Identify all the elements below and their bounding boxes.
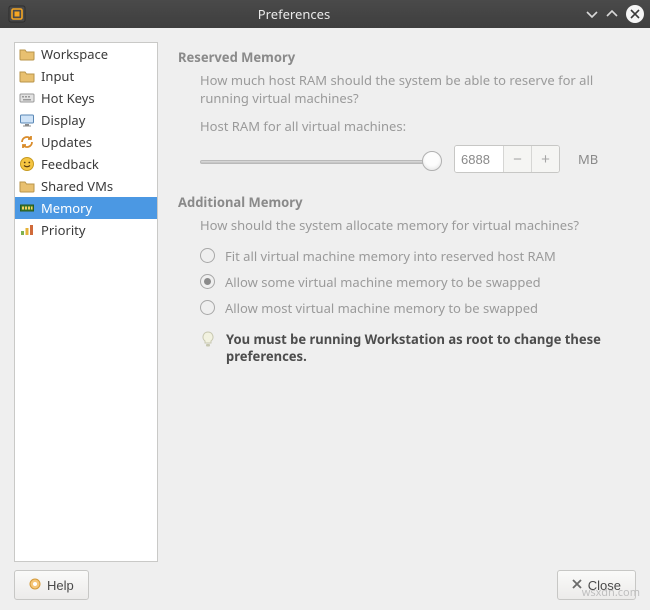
host-ram-slider[interactable] xyxy=(200,151,440,171)
sidebar-item-label: Memory xyxy=(41,199,92,217)
sidebar-item-label: Input xyxy=(41,67,74,85)
window-title: Preferences xyxy=(2,5,586,23)
radio-allow-some[interactable]: Allow some virtual machine memory to be … xyxy=(200,273,630,291)
titlebar: Preferences xyxy=(0,0,650,28)
radio-icon xyxy=(200,274,215,289)
sidebar-item-label: Updates xyxy=(41,133,92,151)
folder-icon xyxy=(19,46,35,62)
slider-track xyxy=(200,160,440,164)
sidebar-item-hotkeys[interactable]: Hot Keys xyxy=(15,87,157,109)
radio-allow-most[interactable]: Allow most virtual machine memory to be … xyxy=(200,299,630,317)
sidebar-item-display[interactable]: Display xyxy=(15,109,157,131)
sidebar-item-label: Display xyxy=(41,111,85,129)
priority-icon xyxy=(19,222,35,238)
close-button-label: Close xyxy=(588,578,621,593)
window-controls xyxy=(586,5,644,23)
close-icon xyxy=(572,578,582,592)
unit-label: MB xyxy=(578,150,598,168)
additional-memory-section: How should the system allocate memory fo… xyxy=(200,217,630,366)
lightbulb-icon xyxy=(200,331,216,351)
window-body: Workspace Input Hot Keys xyxy=(0,28,650,610)
root-warning-text: You must be running Workstation as root … xyxy=(226,331,630,366)
sidebar-item-label: Feedback xyxy=(41,155,99,173)
preferences-window: Preferences Workspace xyxy=(0,0,650,610)
slider-label: Host RAM for all virtual machines: xyxy=(200,117,630,135)
close-window-button[interactable] xyxy=(626,5,644,23)
root-warning: You must be running Workstation as root … xyxy=(200,331,630,366)
folder-icon xyxy=(19,68,35,84)
display-icon xyxy=(19,112,35,128)
spin-decrement[interactable]: − xyxy=(503,146,531,172)
radio-label: Allow some virtual machine memory to be … xyxy=(225,273,541,291)
spin-increment[interactable]: + xyxy=(531,146,559,172)
sidebar-item-memory[interactable]: Memory xyxy=(15,197,157,219)
slider-thumb[interactable] xyxy=(422,151,442,171)
content-pane: Reserved Memory How much host RAM should… xyxy=(172,42,636,562)
sidebar-item-priority[interactable]: Priority xyxy=(15,219,157,241)
additional-memory-title: Additional Memory xyxy=(178,193,630,211)
minimize-button[interactable] xyxy=(586,8,598,20)
keyboard-icon xyxy=(19,90,35,106)
help-icon xyxy=(29,578,41,593)
folder-icon xyxy=(19,178,35,194)
additional-memory-desc: How should the system allocate memory fo… xyxy=(200,217,630,235)
help-button-label: Help xyxy=(47,578,74,593)
radio-label: Allow most virtual machine memory to be … xyxy=(225,299,538,317)
host-ram-spinbox: − + xyxy=(454,145,560,173)
sidebar-item-label: Workspace xyxy=(41,45,108,63)
reserved-memory-desc: How much host RAM should the system be a… xyxy=(200,72,630,107)
sidebar-item-workspace[interactable]: Workspace xyxy=(15,43,157,65)
updates-icon xyxy=(19,134,35,150)
memory-icon xyxy=(19,200,35,216)
maximize-button[interactable] xyxy=(606,8,618,20)
sidebar-item-label: Priority xyxy=(41,221,86,239)
radio-icon xyxy=(200,248,215,263)
sidebar-item-label: Hot Keys xyxy=(41,89,95,107)
sidebar-item-sharedvms[interactable]: Shared VMs xyxy=(15,175,157,197)
radio-label: Fit all virtual machine memory into rese… xyxy=(225,247,556,265)
host-ram-row: − + MB xyxy=(200,145,630,173)
host-ram-input[interactable] xyxy=(455,146,503,172)
reserved-memory-title: Reserved Memory xyxy=(178,48,630,66)
sidebar-item-updates[interactable]: Updates xyxy=(15,131,157,153)
sidebar-item-label: Shared VMs xyxy=(41,177,113,195)
close-button[interactable]: Close xyxy=(557,570,636,600)
reserved-memory-section: How much host RAM should the system be a… xyxy=(200,72,630,173)
sidebar-item-feedback[interactable]: Feedback xyxy=(15,153,157,175)
sidebar-item-input[interactable]: Input xyxy=(15,65,157,87)
radio-fit-all[interactable]: Fit all virtual machine memory into rese… xyxy=(200,247,630,265)
dialog-footer: Help Close xyxy=(14,562,636,600)
smiley-icon xyxy=(19,156,35,172)
main-row: Workspace Input Hot Keys xyxy=(14,42,636,562)
sidebar: Workspace Input Hot Keys xyxy=(14,42,158,562)
help-button[interactable]: Help xyxy=(14,570,89,600)
radio-icon xyxy=(200,300,215,315)
